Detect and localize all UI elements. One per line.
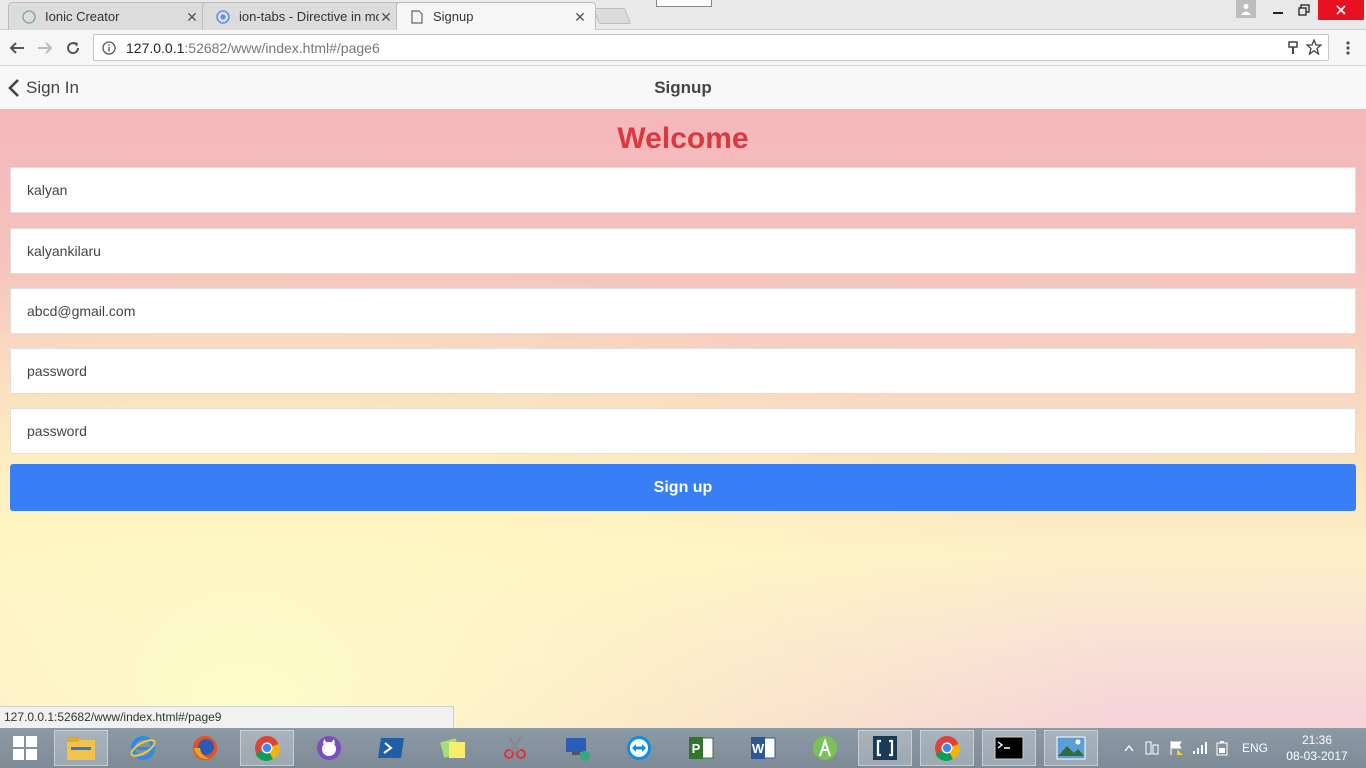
close-tab-icon[interactable]: ✕ xyxy=(573,10,587,24)
minimize-icon[interactable] xyxy=(1264,0,1292,20)
key-icon[interactable] xyxy=(1285,40,1301,56)
remote-desktop-icon[interactable] xyxy=(550,730,604,766)
command-prompt-icon[interactable] xyxy=(982,730,1036,766)
chrome-icon[interactable] xyxy=(920,730,974,766)
snipping-tool-icon[interactable] xyxy=(488,730,542,766)
close-tab-icon[interactable]: ✕ xyxy=(185,10,199,24)
battery-icon[interactable] xyxy=(1216,740,1228,756)
network-adapter-icon[interactable] xyxy=(1144,740,1160,756)
tab-title: ion-tabs - Directive in mo xyxy=(239,9,379,24)
tab-strip: Ionic Creator ✕ ion-tabs - Directive in … xyxy=(0,0,1366,30)
welcome-heading: Welcome xyxy=(617,122,749,155)
chrome-icon[interactable] xyxy=(240,730,294,766)
back-arrow-icon[interactable] xyxy=(6,37,28,59)
new-tab-button[interactable] xyxy=(593,8,631,24)
photos-icon[interactable] xyxy=(1044,730,1098,766)
show-hidden-icons-icon[interactable] xyxy=(1124,744,1134,752)
app-header: Sign In Signup xyxy=(0,66,1366,110)
username-field[interactable]: kalyankilaru xyxy=(10,228,1356,274)
forward-arrow-icon[interactable] xyxy=(34,37,56,59)
start-button[interactable] xyxy=(0,730,50,766)
name-field[interactable]: kalyan xyxy=(10,167,1356,213)
page-title: Signup xyxy=(654,78,712,97)
password-field[interactable]: password xyxy=(10,348,1356,394)
file-explorer-icon[interactable] xyxy=(54,730,108,766)
profile-icon[interactable] xyxy=(1236,0,1256,18)
restore-icon[interactable] xyxy=(1290,0,1318,20)
email-field[interactable]: abcd@gmail.com xyxy=(10,288,1356,334)
bookmark-star-icon[interactable] xyxy=(1306,39,1322,55)
tab-signup[interactable]: Signup ✕ xyxy=(396,2,596,30)
page-favicon-icon xyxy=(409,9,425,25)
browser-menu-icon[interactable] xyxy=(1340,38,1356,58)
windows-logo-icon xyxy=(13,736,37,760)
confirm-password-field[interactable]: password xyxy=(10,408,1356,454)
github-icon[interactable] xyxy=(302,730,356,766)
system-tray: ENG xyxy=(1124,728,1268,768)
ionic-favicon-icon xyxy=(21,9,37,25)
tab-title: Signup xyxy=(433,9,474,24)
signup-button[interactable]: Sign up xyxy=(10,464,1356,511)
reload-icon[interactable] xyxy=(62,37,84,59)
browser-toolbar: 127.0.0.1:52682/www/index.html#/page6 xyxy=(0,30,1366,66)
ms-word-icon[interactable]: W xyxy=(736,730,790,766)
url-bar[interactable]: 127.0.0.1:52682/www/index.html#/page6 xyxy=(93,34,1329,61)
url-host: 127.0.0.1 xyxy=(126,39,185,56)
brackets-icon[interactable] xyxy=(858,730,912,766)
svg-text:P: P xyxy=(692,741,701,756)
windows-taskbar: P W ENG 21:36 08-03-2017 xyxy=(0,728,1366,768)
link-status-bubble: 127.0.0.1:52682/www/index.html#/page9 xyxy=(0,706,454,728)
warning-flag-icon[interactable] xyxy=(1168,740,1184,756)
tab-ion-tabs[interactable]: ion-tabs - Directive in mo ✕ xyxy=(202,2,402,30)
ionic-docs-favicon-icon xyxy=(215,9,231,25)
close-tab-icon[interactable]: ✕ xyxy=(379,10,393,24)
internet-explorer-icon[interactable] xyxy=(116,730,170,766)
ms-project-icon[interactable]: P xyxy=(674,730,728,766)
android-studio-icon[interactable] xyxy=(798,730,852,766)
input-language[interactable]: ENG xyxy=(1242,741,1268,755)
tab-title: Ionic Creator xyxy=(45,9,120,24)
info-icon[interactable] xyxy=(102,40,116,55)
svg-text:W: W xyxy=(752,741,765,756)
sticky-notes-icon[interactable] xyxy=(426,730,480,766)
clock-time: 21:36 xyxy=(1301,733,1333,747)
close-window-icon[interactable] xyxy=(1318,0,1364,20)
teamviewer-icon[interactable] xyxy=(612,730,666,766)
clock-date: 08-03-2017 xyxy=(1286,749,1348,763)
tab-ionic-creator[interactable]: Ionic Creator ✕ xyxy=(8,2,208,30)
url-path: :52682/www/index.html#/page6 xyxy=(184,39,380,56)
window-drag-handle xyxy=(656,0,712,7)
powershell-icon[interactable] xyxy=(364,730,418,766)
system-clock[interactable]: 21:36 08-03-2017 xyxy=(1282,732,1352,764)
wifi-signal-icon[interactable] xyxy=(1192,741,1208,755)
firefox-icon[interactable] xyxy=(178,730,232,766)
signup-content: Welcome kalyan kalyankilaru abcd@gmail.c… xyxy=(0,110,1366,730)
